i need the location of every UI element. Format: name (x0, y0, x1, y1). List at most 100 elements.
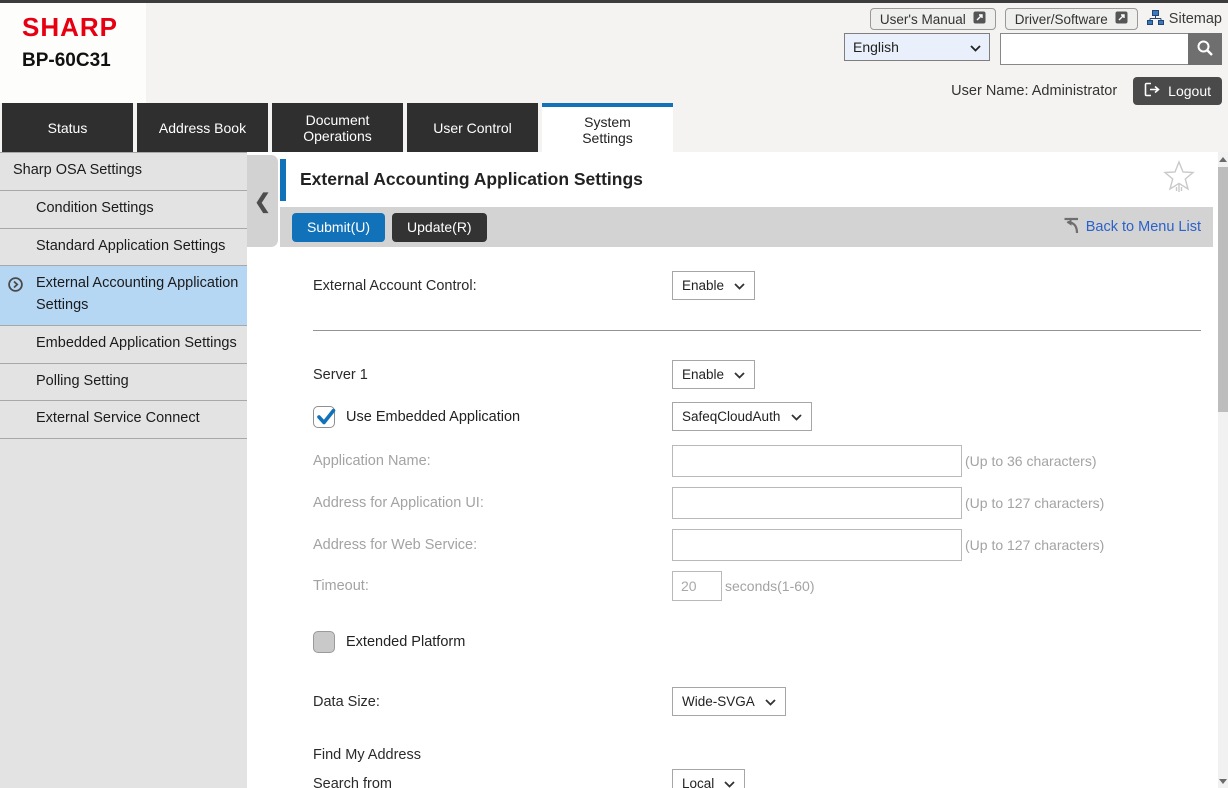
sidebar-item-label: Condition Settings (36, 200, 154, 216)
use-embedded-application-checkbox[interactable] (313, 406, 335, 428)
settings-sidebar: Sharp OSA Settings Condition Settings St… (0, 152, 247, 788)
chevron-down-icon (970, 39, 981, 55)
tab-document-operations[interactable]: Document Operations (272, 103, 403, 152)
extended-platform-checkbox[interactable] (313, 631, 335, 653)
chevron-down-icon (765, 694, 776, 709)
tab-address-book[interactable]: Address Book (137, 103, 268, 152)
users-manual-label: User's Manual (880, 12, 966, 27)
sitemap-icon (1147, 10, 1164, 29)
address-application-ui-note: (Up to 127 characters) (965, 495, 1104, 511)
back-to-menu-link[interactable]: Back to Menu List (1063, 217, 1201, 238)
sitemap-link[interactable]: Sitemap (1147, 10, 1222, 29)
section-divider (313, 330, 1201, 331)
main-content: External Accounting Application Settings… (247, 152, 1228, 788)
selected-value: SafeqCloudAuth (682, 409, 780, 424)
title-accent-bar (280, 159, 286, 201)
embedded-application-select[interactable]: SafeqCloudAuth (672, 402, 812, 431)
application-name-note: (Up to 36 characters) (965, 453, 1097, 469)
address-web-service-input[interactable] (672, 529, 962, 561)
sitemap-label: Sitemap (1169, 11, 1222, 27)
timeout-note: seconds(1-60) (725, 578, 815, 594)
tab-label: Document Operations (302, 112, 374, 144)
return-arrow-icon (1063, 217, 1080, 238)
model-number: BP-60C31 (22, 50, 146, 72)
sharp-logo: SHARP (22, 13, 146, 42)
selected-value: Local (682, 776, 714, 788)
sidebar-item-label: External Accounting Application Settings (36, 275, 238, 313)
brand-block: SHARP BP-60C31 (0, 3, 146, 103)
sidebar-item-label: Embedded Application Settings (36, 335, 237, 351)
sidebar-item-label: Polling Setting (36, 373, 129, 389)
sidebar-item-polling-setting[interactable]: Polling Setting (0, 364, 247, 402)
language-select[interactable]: English (844, 33, 990, 61)
timeout-label: Timeout: (313, 578, 672, 594)
tab-user-control[interactable]: User Control (407, 103, 538, 152)
vertical-scrollbar[interactable] (1218, 152, 1228, 788)
sidebar-item-label: Sharp OSA Settings (13, 162, 142, 178)
address-web-service-note: (Up to 127 characters) (965, 537, 1104, 553)
scrollbar-down-arrow[interactable] (1218, 774, 1228, 788)
tab-system-settings[interactable]: System Settings (542, 103, 673, 152)
scrollbar-up-arrow[interactable] (1218, 152, 1228, 166)
address-application-ui-label: Address for Application UI: (313, 495, 672, 511)
extended-platform-label: Extended Platform (346, 634, 465, 650)
search-icon (1196, 39, 1214, 60)
tab-label: System Settings (572, 114, 644, 146)
selected-value: Wide-SVGA (682, 694, 755, 709)
sidebar-item-embedded-application-settings[interactable]: Embedded Application Settings (0, 326, 247, 364)
external-account-control-label: External Account Control: (313, 278, 672, 294)
selected-value: Enable (682, 367, 724, 382)
sidebar-item-external-accounting-application-settings[interactable]: External Accounting Application Settings (0, 266, 247, 326)
search-input[interactable] (1000, 33, 1188, 65)
application-name-input[interactable] (672, 445, 962, 477)
address-application-ui-input[interactable] (672, 487, 962, 519)
search-from-label: Search from (313, 776, 672, 788)
chevron-left-icon: ❮ (254, 189, 271, 214)
sidebar-item-sharp-osa-settings[interactable]: Sharp OSA Settings (0, 153, 247, 191)
external-link-icon (1115, 11, 1128, 27)
chevron-down-icon (734, 278, 745, 293)
application-name-label: Application Name: (313, 453, 672, 469)
chevron-down-icon (791, 409, 802, 424)
timeout-input[interactable] (672, 571, 722, 601)
logout-label: Logout (1168, 83, 1211, 99)
chevron-down-icon (724, 776, 735, 788)
sidebar-item-standard-application-settings[interactable]: Standard Application Settings (0, 229, 247, 267)
scrollbar-thumb[interactable] (1218, 167, 1228, 412)
submit-button[interactable]: Submit(U) (292, 213, 385, 242)
checkmark-icon (315, 406, 337, 428)
favorite-star-icon[interactable] (1163, 160, 1195, 199)
tab-status[interactable]: Status (2, 103, 133, 152)
find-my-address-label: Find My Address (313, 747, 672, 763)
selected-value: Enable (682, 278, 724, 293)
logout-button[interactable]: Logout (1133, 77, 1222, 105)
server1-label: Server 1 (313, 367, 672, 383)
sidebar-item-external-service-connect[interactable]: External Service Connect (0, 401, 247, 439)
user-name-label: User Name: Administrator (951, 83, 1117, 99)
sidebar-item-label: Standard Application Settings (36, 238, 225, 254)
driver-software-button[interactable]: Driver/Software (1005, 8, 1138, 30)
header: SHARP BP-60C31 User's Manual Driver/Soft… (0, 3, 1228, 103)
sidebar-item-label: External Service Connect (36, 410, 200, 426)
address-web-service-label: Address for Web Service: (313, 537, 672, 553)
users-manual-button[interactable]: User's Manual (870, 8, 996, 30)
external-account-control-select[interactable]: Enable (672, 271, 755, 300)
sidebar-item-condition-settings[interactable]: Condition Settings (0, 191, 247, 229)
sidebar-collapse-button[interactable]: ❮ (247, 155, 278, 247)
server1-select[interactable]: Enable (672, 360, 755, 389)
tab-label: Status (48, 120, 88, 136)
external-link-icon (973, 11, 986, 27)
update-button[interactable]: Update(R) (392, 213, 487, 242)
data-size-select[interactable]: Wide-SVGA (672, 687, 786, 716)
tab-label: User Control (433, 120, 512, 136)
action-toolbar: Submit(U) Update(R) Back to Menu List (280, 207, 1213, 247)
use-embedded-application-label: Use Embedded Application (346, 409, 520, 425)
settings-form: External Account Control: Enable Server … (280, 271, 1213, 788)
search-from-select[interactable]: Local (672, 769, 745, 788)
driver-software-label: Driver/Software (1015, 12, 1108, 27)
language-selected-value: English (853, 39, 899, 55)
search-button[interactable] (1188, 33, 1222, 65)
chevron-down-icon (734, 367, 745, 382)
data-size-label: Data Size: (313, 694, 672, 710)
logout-icon (1144, 82, 1160, 100)
